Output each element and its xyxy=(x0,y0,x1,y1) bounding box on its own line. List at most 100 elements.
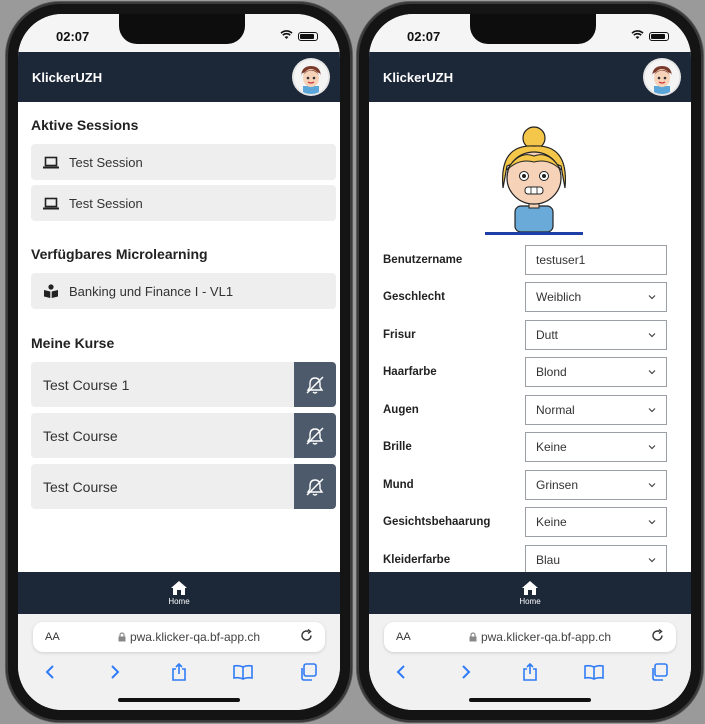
courses-heading: Meine Kurse xyxy=(31,335,115,351)
chevron-down-icon xyxy=(648,445,656,450)
text-size-button[interactable]: AA xyxy=(396,631,436,643)
status-time: 02:07 xyxy=(56,29,90,44)
field-value: testuser1 xyxy=(536,253,586,267)
field-label: Frisur xyxy=(383,329,416,341)
gender-select[interactable]: Weiblich xyxy=(525,282,667,312)
avatar-preview xyxy=(479,120,589,238)
app-title: KlickerUZH xyxy=(32,69,103,85)
browser-toolbar xyxy=(18,658,340,686)
share-icon[interactable] xyxy=(518,660,542,684)
form-row-geschlecht: Geschlecht Weiblich xyxy=(383,281,683,313)
chevron-down-icon xyxy=(648,483,656,488)
avatar[interactable] xyxy=(294,60,328,94)
url-field[interactable]: pwa.klicker-qa.bf-app.ch xyxy=(85,630,293,644)
field-value: Blau xyxy=(536,553,561,567)
bell-slash-icon xyxy=(306,426,324,445)
microlearning-label: Banking und Finance I - VL1 xyxy=(69,283,234,299)
chevron-down-icon xyxy=(648,558,656,563)
bell-slash-icon xyxy=(306,477,324,496)
laptop-icon xyxy=(43,196,59,210)
profile-content: Benutzername testuser1 Geschlecht Weibli… xyxy=(369,102,691,575)
form-row-brille: Brille Keine xyxy=(383,431,683,463)
chevron-down-icon xyxy=(648,370,656,375)
chevron-down-icon xyxy=(648,408,656,413)
reload-icon[interactable] xyxy=(293,628,313,645)
forward-icon[interactable] xyxy=(103,660,127,684)
field-label: Gesichtsbehaarung xyxy=(383,516,491,528)
back-icon[interactable] xyxy=(38,660,62,684)
tab-home-label: Home xyxy=(519,596,541,606)
mouth-select[interactable]: Grinsen xyxy=(525,470,667,500)
field-label: Mund xyxy=(383,479,414,491)
address-bar[interactable]: AA pwa.klicker-qa.bf-app.ch xyxy=(33,622,325,652)
bookmarks-icon[interactable] xyxy=(231,660,255,684)
field-label: Benutzername xyxy=(383,254,463,266)
bell-slash-button[interactable] xyxy=(294,362,336,407)
avatar[interactable] xyxy=(645,60,679,94)
hairstyle-select[interactable]: Dutt xyxy=(525,320,667,350)
session-item[interactable]: Test Session xyxy=(31,144,336,180)
session-item[interactable]: Test Session xyxy=(31,185,336,221)
forward-icon[interactable] xyxy=(454,660,478,684)
form-row-haarfarbe: Haarfarbe Blond xyxy=(383,356,683,388)
battery-icon xyxy=(298,32,318,41)
app-header: KlickerUZH xyxy=(18,52,340,102)
course-item[interactable]: Test Course 1 xyxy=(31,362,336,407)
address-bar[interactable]: AA pwa.klicker-qa.bf-app.ch xyxy=(384,622,676,652)
course-item[interactable]: Test Course xyxy=(31,464,336,509)
reload-icon[interactable] xyxy=(644,628,664,645)
form-row-gesichtsbehaarung: Gesichtsbehaarung Keine xyxy=(383,506,683,538)
laptop-icon xyxy=(43,155,59,169)
glasses-select[interactable]: Keine xyxy=(525,432,667,462)
clothingcolor-select[interactable]: Blau xyxy=(525,545,667,575)
battery-icon xyxy=(649,32,669,41)
back-icon[interactable] xyxy=(389,660,413,684)
form-row-benutzername: Benutzername testuser1 xyxy=(383,244,683,276)
phone-frame-right: 02:07 KlickerUZH Benutzername testuser1 … xyxy=(357,2,703,722)
chevron-down-icon xyxy=(648,520,656,525)
field-label: Geschlecht xyxy=(383,291,445,303)
lock-icon xyxy=(469,632,477,642)
tab-home[interactable]: Home xyxy=(18,572,340,614)
screen-profile: 02:07 KlickerUZH Benutzername testuser1 … xyxy=(369,14,691,710)
session-label: Test Session xyxy=(69,195,143,211)
url-text: pwa.klicker-qa.bf-app.ch xyxy=(129,630,261,644)
browser-chrome: AA pwa.klicker-qa.bf-app.ch xyxy=(18,614,340,710)
session-label: Test Session xyxy=(69,154,143,170)
eyes-select[interactable]: Normal xyxy=(525,395,667,425)
bell-slash-button[interactable] xyxy=(294,464,336,509)
status-icons xyxy=(631,30,669,43)
username-input[interactable]: testuser1 xyxy=(525,245,667,275)
facialhair-select[interactable]: Keine xyxy=(525,507,667,537)
field-value: Grinsen xyxy=(536,478,579,492)
field-label: Haarfarbe xyxy=(383,366,437,378)
course-item[interactable]: Test Course xyxy=(31,413,336,458)
home-indicator[interactable] xyxy=(118,698,240,702)
field-value: Keine xyxy=(536,515,567,529)
wifi-icon xyxy=(631,30,644,43)
tab-home[interactable]: Home xyxy=(369,572,691,614)
sessions-heading: Aktive Sessions xyxy=(31,117,139,133)
tab-home-label: Home xyxy=(168,596,190,606)
tabs-icon[interactable] xyxy=(296,660,320,684)
home-icon xyxy=(522,580,538,595)
text-size-button[interactable]: AA xyxy=(45,631,85,643)
bookmarks-icon[interactable] xyxy=(582,660,606,684)
microlearning-item[interactable]: Banking und Finance I - VL1 xyxy=(31,273,336,309)
form-row-augen: Augen Normal xyxy=(383,394,683,426)
bell-slash-button[interactable] xyxy=(294,413,336,458)
field-value: Weiblich xyxy=(536,290,582,304)
browser-toolbar xyxy=(369,658,691,686)
app-title: KlickerUZH xyxy=(383,69,454,85)
wifi-icon xyxy=(280,30,293,43)
haircolor-select[interactable]: Blond xyxy=(525,357,667,387)
tabs-icon[interactable] xyxy=(647,660,671,684)
url-field[interactable]: pwa.klicker-qa.bf-app.ch xyxy=(436,630,644,644)
form-row-mund: Mund Grinsen xyxy=(383,469,683,501)
share-icon[interactable] xyxy=(167,660,191,684)
home-indicator[interactable] xyxy=(469,698,591,702)
chevron-down-icon xyxy=(648,295,656,300)
field-value: Blond xyxy=(536,365,567,379)
status-icons xyxy=(280,30,318,43)
form-row-frisur: Frisur Dutt xyxy=(383,319,683,351)
